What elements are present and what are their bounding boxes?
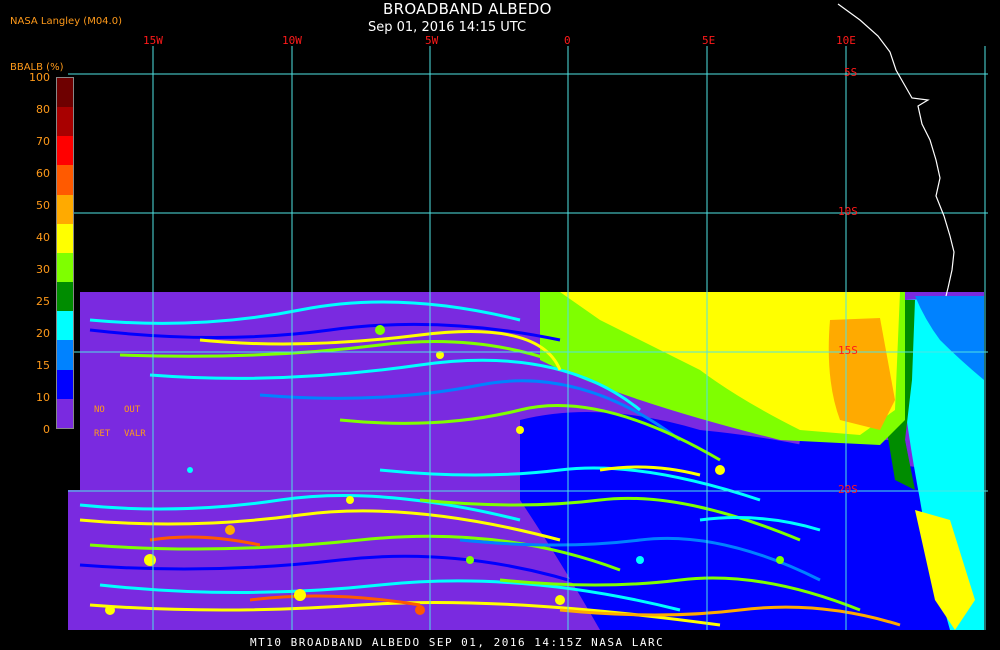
out-valr-label-bottom: VALR	[124, 429, 146, 439]
legend-color-swatch	[57, 194, 73, 224]
data-source-label: NASA Langley (M04.0)	[10, 16, 122, 27]
lon-label-5e: 5E	[702, 34, 716, 47]
lat-label-10s: 10S	[838, 205, 858, 218]
lon-label-10e: 10E	[836, 34, 856, 47]
legend-color-swatch	[57, 369, 73, 399]
legend-tick: 20	[36, 327, 50, 340]
legend-color-swatch	[57, 136, 73, 166]
map-timestamp: Sep 01, 2016 14:15 UTC	[368, 20, 527, 35]
legend-color-swatch	[57, 282, 73, 312]
albedo-map	[68, 3, 988, 630]
legend-tick: 10	[36, 391, 50, 404]
legend-color-swatch	[57, 398, 73, 428]
legend-color-swatch	[57, 340, 73, 370]
no-ret-label-bottom: RET	[94, 429, 111, 439]
legend-color-swatch	[57, 311, 73, 341]
legend-color-swatch	[57, 223, 73, 253]
legend-color-swatch	[57, 107, 73, 137]
lon-label-5w: 5W	[425, 34, 439, 47]
legend-tick: 30	[36, 263, 50, 276]
satellite-map-viewer: BROADBAND ALBEDO Sep 01, 2016 14:15 UTC …	[0, 0, 1000, 650]
map-title: BROADBAND ALBEDO	[383, 0, 552, 18]
footer-caption: MT10 BROADBAND ALBEDO SEP 01, 2016 14:15…	[250, 636, 665, 649]
lat-label-5s: 5S	[844, 66, 858, 79]
legend-color-bar	[56, 77, 74, 429]
legend-tick: 70	[36, 135, 50, 148]
legend-color-swatch	[57, 165, 73, 195]
lon-label-10w: 10W	[282, 34, 302, 47]
lat-label-20s: 20S	[838, 483, 858, 496]
legend-tick: 25	[36, 295, 50, 308]
legend-tick: 60	[36, 167, 50, 180]
lon-label-0: 0	[564, 34, 571, 47]
out-valr-label-top: OUT	[124, 405, 141, 415]
legend-tick: 50	[36, 199, 50, 212]
legend-tick: 80	[36, 103, 50, 116]
legend-color-swatch	[57, 78, 73, 108]
legend-tick: 100	[29, 71, 50, 84]
no-ret-label-top: NO	[94, 405, 105, 415]
lon-label-15w: 15W	[143, 34, 163, 47]
legend-color-swatch	[57, 252, 73, 283]
legend-tick: 40	[36, 231, 50, 244]
coastline	[837, 3, 955, 297]
legend-tick: 0	[43, 423, 50, 436]
lat-label-15s: 15S	[838, 344, 858, 357]
albedo-field	[68, 292, 984, 630]
legend-tick: 15	[36, 359, 50, 372]
